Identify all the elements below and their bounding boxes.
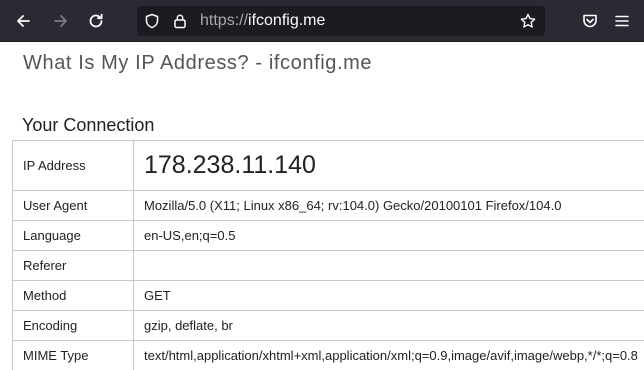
row-label: MIME Type — [12, 340, 134, 370]
table-row: Method GET — [12, 280, 644, 311]
url-host: ifconfig.me — [248, 12, 326, 29]
table-row: User Agent Mozilla/5.0 (X11; Linux x86_6… — [12, 190, 644, 221]
table-row: IP Address 178.238.11.140 — [12, 140, 644, 191]
row-label: Language — [12, 220, 134, 251]
reload-icon — [89, 13, 103, 28]
lock-icon — [174, 14, 186, 29]
row-value: gzip, deflate, br — [133, 310, 644, 341]
shield-icon — [145, 13, 159, 29]
row-value: text/html,application/xhtml+xml,applicat… — [133, 340, 644, 370]
table-row: MIME Type text/html,application/xhtml+xm… — [12, 340, 644, 370]
back-arrow-icon — [17, 15, 30, 27]
row-label: User Agent — [12, 190, 134, 221]
row-value: GET — [133, 280, 644, 311]
url-scheme: https:// — [200, 12, 249, 29]
bookmark-button[interactable] — [518, 11, 538, 31]
section-title: Your Connection — [22, 115, 155, 135]
pocket-button[interactable] — [576, 7, 604, 35]
forward-arrow-icon — [54, 15, 67, 27]
row-value: Mozilla/5.0 (X11; Linux x86_64; rv:104.0… — [133, 190, 644, 221]
ip-address-value: 178.238.11.140 — [133, 140, 644, 191]
url-bar[interactable]: https://ifconfig.me — [137, 6, 545, 36]
back-button[interactable] — [9, 7, 37, 35]
row-value — [133, 250, 644, 281]
row-label: Referer — [12, 250, 134, 281]
url-text[interactable]: https://ifconfig.me — [200, 12, 325, 30]
page-content: What Is My IP Address? - ifconfig.me You… — [0, 43, 644, 370]
connection-table: IP Address 178.238.11.140 User Agent Moz… — [12, 140, 644, 370]
app-menu-button[interactable] — [608, 7, 636, 35]
pocket-icon — [583, 14, 597, 28]
row-label: Encoding — [12, 310, 134, 341]
reload-button[interactable] — [82, 7, 110, 35]
forward-button[interactable] — [47, 7, 75, 35]
table-row: Encoding gzip, deflate, br — [12, 310, 644, 341]
page-title: What Is My IP Address? - ifconfig.me — [23, 52, 373, 74]
row-label: IP Address — [12, 140, 134, 191]
row-label: Method — [12, 280, 134, 311]
hamburger-menu-icon — [615, 15, 629, 27]
table-row: Referer — [12, 250, 644, 281]
row-value: en-US,en;q=0.5 — [133, 220, 644, 251]
site-security-button[interactable] — [170, 11, 190, 31]
browser-toolbar: https://ifconfig.me — [0, 0, 644, 42]
star-icon — [520, 13, 536, 28]
table-row: Language en-US,en;q=0.5 — [12, 220, 644, 251]
tracking-protection-button[interactable] — [142, 11, 162, 31]
